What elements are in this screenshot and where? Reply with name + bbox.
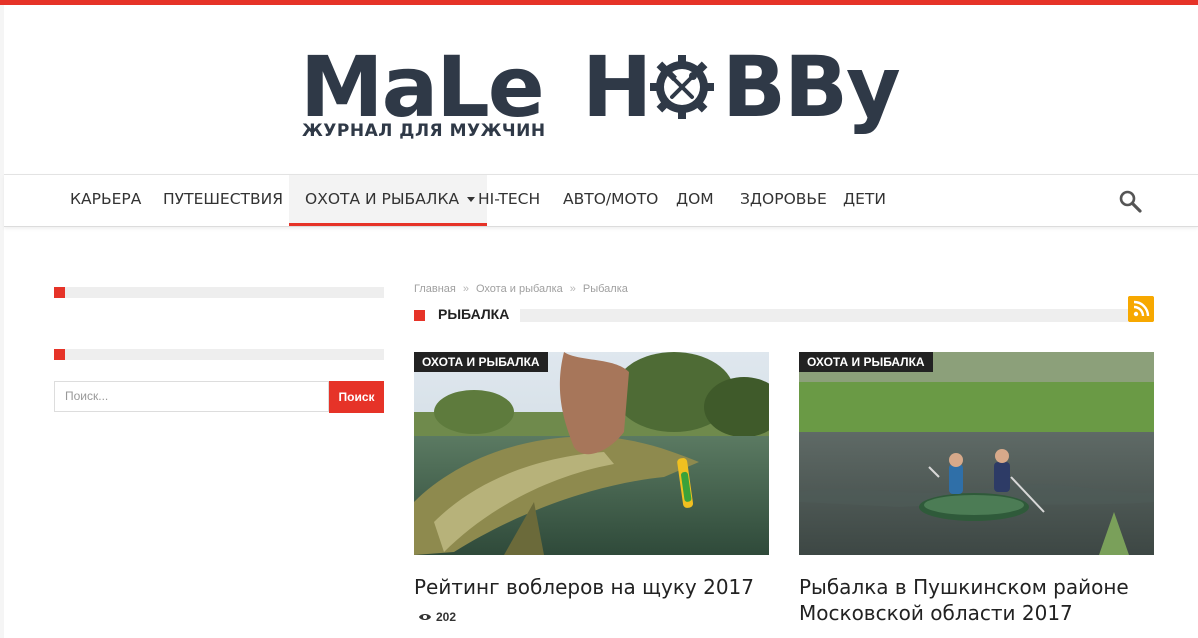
section-divider xyxy=(520,309,1128,322)
logo-tagline: ЖУРНАЛ ДЛЯ МУЖЧИН xyxy=(302,121,546,141)
logo-word-h: H xyxy=(582,38,652,136)
article-image-pike[interactable]: ОХОТА И РЫБАЛКА xyxy=(414,352,769,555)
widget-marker xyxy=(54,349,65,360)
sidebar-widget-header xyxy=(54,287,384,298)
chevron-down-icon xyxy=(467,197,476,202)
rss-icon[interactable] xyxy=(1128,296,1154,322)
breadcrumb: Главная » Охота и рыбалка » Рыбалка xyxy=(414,283,628,295)
sidebar-search-button[interactable]: Поиск xyxy=(329,381,384,413)
article-title[interactable]: Рыбалка в Пушкинском районе Московской о… xyxy=(799,574,1179,626)
sidebar-widget-header xyxy=(54,349,384,360)
nav-label: КАРЬЕРА xyxy=(70,190,142,208)
nav-item-kids[interactable]: ДЕТИ xyxy=(843,175,886,226)
nav-item-career[interactable]: КАРЬЕРА xyxy=(70,175,141,226)
fishing-photo xyxy=(414,352,769,555)
sidebar-search-input[interactable]: Поиск... xyxy=(54,381,329,412)
section-marker xyxy=(414,310,425,321)
chevron-right-icon: » xyxy=(569,283,576,295)
article-title-line: Рыбалка в Пушкинском районе xyxy=(799,575,1129,599)
breadcrumb-category[interactable]: Охота и рыбалка xyxy=(476,283,563,295)
section-title: РЫБАЛКА xyxy=(438,306,510,322)
article-title[interactable]: Рейтинг воблеров на щуку 2017 xyxy=(414,574,774,600)
nav-label: ЗДОРОВЬЕ xyxy=(740,190,827,208)
gear-tools-icon xyxy=(650,55,714,119)
category-badge[interactable]: ОХОТА И РЫБАЛКА xyxy=(414,352,548,372)
nav-item-hunting-fishing[interactable]: ОХОТА И РЫБАЛКА xyxy=(289,175,488,226)
logo-word-bby: BBy xyxy=(722,38,901,136)
view-count: 202 xyxy=(418,610,456,624)
category-badge[interactable]: ОХОТА И РЫБАЛКА xyxy=(799,352,933,372)
nav-item-hitech[interactable]: HI-TECH xyxy=(478,175,540,226)
nav-item-auto-moto[interactable]: АВТО/МОТО xyxy=(563,175,658,226)
nav-item-health[interactable]: ЗДОРОВЬЕ xyxy=(740,175,827,226)
logo-word-male: MaLe xyxy=(300,38,545,136)
boat-photo xyxy=(799,352,1154,555)
nav-label: ПУТЕШЕСТВИЯ xyxy=(163,190,284,208)
site-logo[interactable]: MaLe H BBy ЖУРНАЛ ДЛЯ МУЖЧИН xyxy=(300,41,920,151)
search-icon[interactable] xyxy=(1118,189,1142,213)
nav-label: ДОМ xyxy=(676,190,714,208)
eye-icon xyxy=(419,614,431,620)
nav-item-home[interactable]: ДОМ xyxy=(676,175,714,226)
breadcrumb-home[interactable]: Главная xyxy=(414,283,456,295)
chevron-right-icon: » xyxy=(462,283,469,295)
article-image-boat[interactable]: ОХОТА И РЫБАЛКА xyxy=(799,352,1154,555)
nav-item-travel[interactable]: ПУТЕШЕСТВИЯ xyxy=(163,175,300,226)
nav-label: ОХОТА И РЫБАЛКА xyxy=(305,190,460,208)
view-count-value: 202 xyxy=(436,610,457,624)
widget-marker xyxy=(54,287,65,298)
nav-label: АВТО/МОТО xyxy=(563,190,659,208)
article-title-line: Московской области 2017 xyxy=(799,601,1073,625)
site-header: MaLe H BBy ЖУРНАЛ ДЛЯ МУЖЧИН xyxy=(4,5,1198,173)
nav-label: HI-TECH xyxy=(478,190,541,208)
nav-label: ДЕТИ xyxy=(843,190,886,208)
section-header: РЫБАЛКА xyxy=(414,296,1154,327)
breadcrumb-current: Рыбалка xyxy=(582,283,628,295)
main-navigation: КАРЬЕРА ПУТЕШЕСТВИЯ ОХОТА И РЫБАЛКА HI-T… xyxy=(4,174,1198,227)
